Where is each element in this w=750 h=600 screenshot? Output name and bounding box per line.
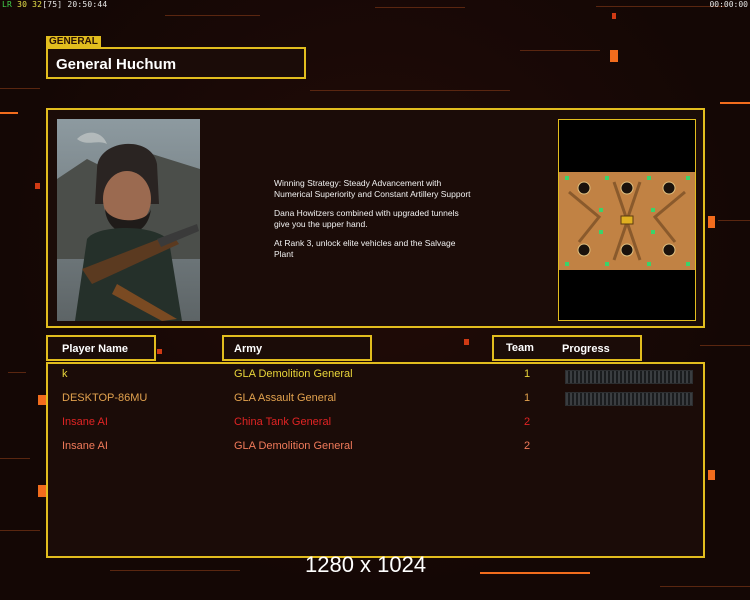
player-name: k (62, 368, 68, 380)
player-list: k GLA Demolition General 1 DESKTOP-86MU … (46, 362, 705, 558)
player-team: 1 (524, 392, 531, 404)
player-progress-bar (565, 392, 693, 406)
player-team: 2 (524, 416, 531, 428)
player-name: DESKTOP-86MU (62, 392, 148, 404)
general-portrait (57, 119, 200, 321)
general-info-panel: Winning Strategy: Steady Advancement wit… (46, 108, 705, 328)
fps-value-c: [75] (42, 0, 63, 9)
accent-dot (464, 339, 469, 345)
bg-line (660, 586, 750, 587)
player-army: GLA Assault General (234, 392, 337, 404)
army-header: Army (222, 335, 372, 361)
general-portrait-image (57, 119, 200, 321)
player-row: k GLA Demolition General 1 (48, 368, 703, 390)
player-row: DESKTOP-86MU GLA Assault General 1 (48, 392, 703, 414)
team-header-label: Team (506, 342, 534, 354)
accent-dot (610, 50, 618, 62)
player-army: GLA Demolition General (234, 440, 353, 452)
player-name-header-label: Player Name (62, 343, 129, 355)
strategy-line-1: Winning Strategy: Steady Advancement wit… (274, 178, 471, 199)
fps-readout: LR 30 32[75] 20:50:44 (2, 0, 107, 9)
accent-dot (35, 183, 40, 189)
team-progress-header: Team Progress (492, 335, 642, 361)
progress-header-label: Progress (562, 343, 610, 355)
strategy-line-2: Dana Howitzers combined with upgraded tu… (274, 208, 459, 229)
bg-line (0, 112, 18, 114)
player-progress-bar (565, 370, 693, 384)
bg-line (375, 7, 465, 8)
strategy-text: Winning Strategy: Steady Advancement wit… (274, 178, 514, 268)
fps-value-b: 32 (32, 0, 43, 9)
bg-line (700, 345, 750, 346)
army-header-label: Army (234, 343, 263, 355)
fps-value-a: 30 (17, 0, 28, 9)
player-team: 1 (524, 368, 531, 380)
accent-dot (157, 349, 162, 354)
bg-line (0, 530, 40, 531)
accent-dot (612, 13, 616, 19)
general-name: General Huchum (56, 56, 177, 73)
bg-line (596, 6, 726, 7)
player-row: Insane AI GLA Demolition General 2 (48, 440, 703, 462)
bg-line (165, 15, 260, 16)
general-name-box: General Huchum (46, 47, 306, 79)
player-name-header: Player Name (46, 335, 156, 361)
bg-line (480, 572, 590, 574)
map-preview-image (559, 172, 695, 270)
bg-line (310, 90, 510, 91)
bg-line (110, 570, 240, 571)
player-army: China Tank General (234, 416, 332, 428)
player-team: 2 (524, 440, 531, 452)
player-name: Insane AI (62, 416, 108, 428)
accent-dot (38, 395, 46, 405)
bg-line (0, 458, 30, 459)
map-preview (558, 119, 696, 321)
bg-line (8, 372, 26, 373)
bg-line (520, 50, 600, 51)
clock: 20:50:44 (67, 0, 108, 9)
game-timer: 00:00:00 (709, 0, 748, 9)
bg-line (0, 88, 40, 89)
player-army: GLA Demolition General (234, 368, 353, 380)
player-name: Insane AI (62, 440, 108, 452)
player-row: Insane AI China Tank General 2 (48, 416, 703, 438)
resolution-label: 1280 x 1024 (305, 552, 427, 577)
strategy-line-3: At Rank 3, unlock elite vehicles and the… (274, 238, 456, 259)
accent-dot (708, 216, 715, 228)
bg-line (718, 220, 750, 221)
accent-dot (38, 485, 46, 497)
fps-label: LR (2, 0, 13, 9)
accent-dot (708, 470, 715, 480)
bg-line (720, 102, 750, 104)
